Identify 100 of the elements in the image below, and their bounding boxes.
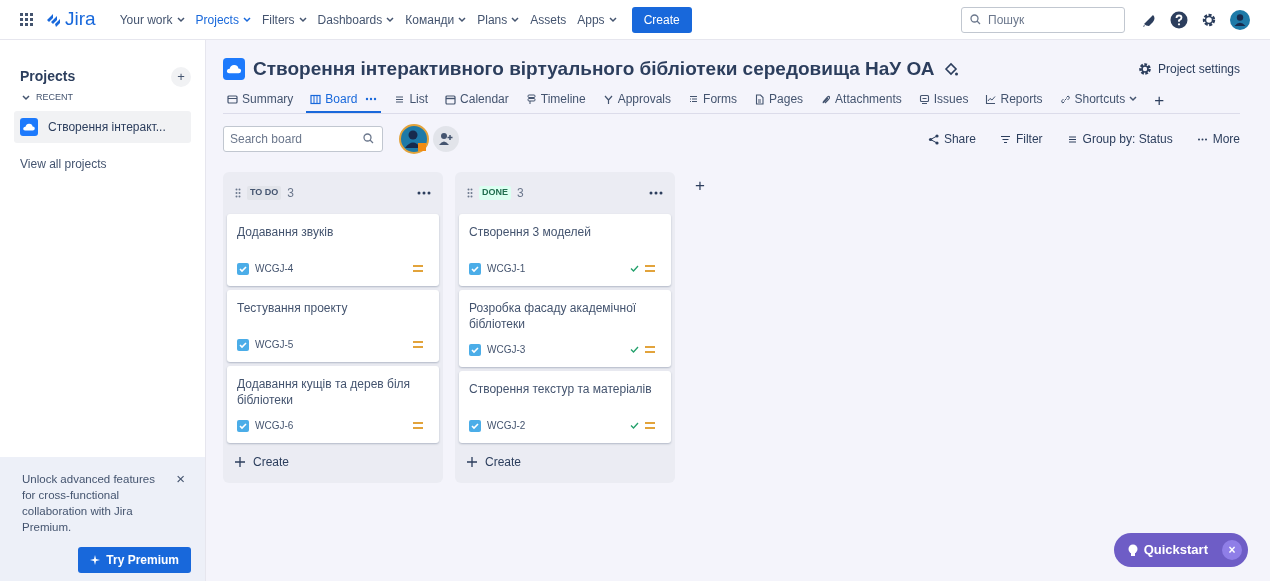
drag-handle-icon: [235, 188, 241, 198]
project-title: Створення інтерактивного віртуального бібліотеки середовища НаУ ОА: [253, 56, 935, 81]
quickstart-button[interactable]: Quickstart ×: [1113, 533, 1248, 567]
promo-text: Unlock advanced features for cross-functional collaboration with Jira Premium.: [22, 472, 156, 535]
drag-handle-icon: [467, 188, 473, 198]
issue-title: Додавання звуків: [237, 224, 335, 240]
nav-menu-item[interactable]: Your work: [119, 10, 185, 29]
search-board-field[interactable]: Search board: [223, 126, 383, 152]
nav-menu-item[interactable]: Projects: [195, 10, 251, 29]
chevron-down-icon: [1129, 96, 1138, 102]
settings-icon: [1137, 62, 1152, 76]
issue-key[interactable]: WCGJ-3: [487, 342, 526, 357]
priority-medium-icon: [645, 265, 655, 272]
priority-medium-icon: [413, 341, 423, 348]
calendar-icon: [445, 93, 457, 105]
nav-menu-item[interactable]: Filters: [261, 10, 307, 29]
project-tab[interactable]: Issues: [914, 87, 973, 113]
add-column-button[interactable]: +: [687, 172, 713, 198]
issue-card[interactable]: Додавання звуків WCGJ-4: [227, 214, 439, 286]
task-checkbox-icon: [469, 343, 481, 356]
add-tab-button[interactable]: +: [1154, 87, 1165, 113]
project-tab[interactable]: Board: [306, 87, 382, 113]
logo-text[interactable]: Jira: [65, 5, 96, 34]
task-checkbox-icon: [237, 419, 249, 432]
cloud-icon: [20, 117, 38, 136]
user-avatar-icon: [399, 124, 429, 154]
project-tab[interactable]: Timeline: [521, 87, 590, 113]
nav-menu-item[interactable]: Apps: [577, 10, 617, 29]
issue-title: Додавання кущів та дерев біля бібліотеки: [237, 376, 412, 408]
add-project-button[interactable]: +: [171, 66, 191, 87]
issue-key[interactable]: WCGJ-6: [255, 418, 294, 433]
help-icon: [1170, 10, 1188, 29]
list-icon: [394, 93, 406, 105]
nav-menu-item[interactable]: Assets: [530, 10, 567, 29]
project-tab[interactable]: Forms: [684, 87, 742, 113]
project-tab[interactable]: Summary: [223, 87, 298, 113]
sidebar-project-item[interactable]: Створення інтеракт...: [14, 110, 191, 143]
chevron-down-icon: [22, 94, 30, 101]
toolbar-button[interactable]: Filter: [999, 130, 1043, 148]
issue-key[interactable]: WCGJ-5: [255, 337, 294, 352]
app-switcher-icon: [20, 13, 33, 26]
settings-icon: [1201, 11, 1217, 28]
issue-card[interactable]: Додавання кущів та дерев біля бібліотеки WCGJ-6: [227, 366, 439, 443]
issue-key[interactable]: WCGJ-1: [487, 261, 526, 276]
project-tab[interactable]: Approvals: [598, 87, 676, 113]
priority-medium-icon: [413, 422, 423, 429]
priority-medium-icon: [645, 346, 655, 353]
search-icon: [363, 133, 374, 144]
issue-card[interactable]: Створення текстур та матеріалів WCGJ-2: [459, 371, 671, 443]
project-tab[interactable]: Shortcuts: [1055, 87, 1142, 113]
project-tab[interactable]: Reports: [981, 87, 1047, 113]
task-checkbox-icon: [469, 262, 481, 275]
view-all-projects-link[interactable]: View all projects: [0, 154, 205, 173]
group-icon: [1066, 133, 1078, 145]
toolbar-button[interactable]: More: [1196, 130, 1240, 148]
plus-icon: [467, 457, 477, 467]
issue-card[interactable]: Розробка фасаду академічної бібліотеки WCGJ-3: [459, 290, 671, 367]
link-icon: [1059, 93, 1071, 105]
nav-menu-item[interactable]: Команди: [405, 10, 467, 29]
more-icon: [365, 97, 378, 101]
toolbar-button[interactable]: Group by: Status: [1066, 130, 1173, 148]
issue-title: Розробка фасаду академічної бібліотеки: [469, 300, 638, 332]
recent-section-toggle[interactable]: RECENT: [0, 91, 205, 105]
search-field[interactable]: Пошук: [961, 6, 1125, 33]
issue-title: Створення текстур та матеріалів: [469, 381, 653, 397]
priority-medium-icon: [413, 265, 423, 272]
filter-icon: [999, 133, 1011, 145]
issue-count: 3: [287, 185, 295, 202]
create-issue-button[interactable]: Create: [227, 449, 439, 475]
project-tab[interactable]: Pages: [750, 87, 808, 113]
issue-key[interactable]: WCGJ-4: [255, 261, 294, 276]
chart-icon: [985, 93, 997, 105]
issue-title: Тестування проекту: [237, 300, 349, 316]
issue-count: 3: [517, 185, 524, 202]
cloud-icon: [223, 58, 245, 80]
project-tab[interactable]: List: [390, 87, 433, 113]
issue-card[interactable]: Тестування проекту WCGJ-5: [227, 290, 439, 362]
priority-medium-icon: [645, 422, 655, 429]
issues-icon: [918, 93, 930, 105]
issue-key[interactable]: WCGJ-2: [487, 418, 526, 433]
timeline-icon: [525, 93, 537, 105]
page-icon: [754, 93, 766, 105]
share-icon: [927, 133, 939, 145]
close-button[interactable]: ×: [176, 471, 185, 486]
status-lozenge: DONE: [479, 186, 511, 200]
task-checkbox-icon: [237, 338, 249, 351]
create-button[interactable]: Create: [631, 6, 692, 33]
status-lozenge: TO DO: [247, 186, 282, 200]
task-checkbox-icon: [237, 262, 249, 275]
project-tab[interactable]: Calendar: [441, 87, 513, 113]
branch-icon: [602, 93, 614, 105]
try-premium-button[interactable]: Try Premium: [78, 547, 191, 573]
project-tab[interactable]: Attachments: [816, 87, 906, 113]
plus-icon: [235, 457, 245, 467]
issue-card[interactable]: Створення 3 моделей WCGJ-1: [459, 214, 671, 286]
nav-menu-item[interactable]: Dashboards: [317, 10, 395, 29]
nav-menu-item[interactable]: Plans: [477, 10, 520, 29]
toolbar-button[interactable]: Share: [927, 130, 976, 148]
create-issue-button[interactable]: Create: [459, 449, 671, 475]
project-settings-button[interactable]: Project settings: [1137, 60, 1240, 78]
